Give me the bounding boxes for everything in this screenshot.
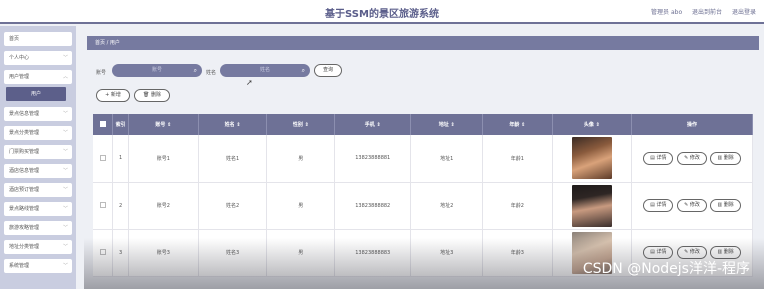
edit-button[interactable]: ✎ 修改	[677, 151, 707, 165]
add-button[interactable]: + 新增	[96, 89, 130, 102]
mouse-cursor-icon: ➚	[246, 78, 253, 87]
header-gender[interactable]: 性别 ⇕	[266, 114, 336, 135]
search-icon: ⌕	[301, 67, 305, 74]
trash-icon: 🗑	[143, 92, 150, 98]
cell-index: 3	[112, 229, 130, 277]
cell-gender: 男	[266, 229, 336, 277]
header-account[interactable]: 账号 ⇕	[128, 114, 199, 135]
table-header-row: 索引 账号 ⇕ 姓名 ⇕ 性别 ⇕ 手机 ⇕ 地址 ⇕ 年龄 ⇕ 头像 ⇕ 操作	[93, 114, 754, 135]
cell-age: 年龄1	[482, 135, 553, 183]
cell-account: 账号2	[128, 182, 199, 230]
chevron-down-icon: ﹀	[62, 55, 68, 61]
cell-address: 地址3	[410, 229, 483, 277]
table-row: 1 账号1 姓名1 男 13823888881 地址1 年龄1 ▤ 详情 ✎ 修…	[93, 135, 754, 183]
chevron-down-icon: ﹀	[62, 149, 68, 155]
delete-button[interactable]: 🗑 删除	[134, 89, 170, 102]
header-address[interactable]: 地址 ⇕	[410, 114, 483, 135]
header-actions: 操作	[631, 114, 754, 135]
header-age[interactable]: 年龄 ⇕	[482, 114, 553, 135]
cell-index: 2	[112, 182, 130, 230]
to-front-link[interactable]: 退出到前台	[692, 9, 722, 16]
search-bar: 账号 账号 ⌕ 姓名 姓名 ⌕ 查询	[84, 64, 760, 80]
select-all-checkbox[interactable]	[99, 121, 106, 128]
chevron-down-icon: ﹀	[62, 244, 68, 250]
name-label: 姓名	[206, 70, 217, 76]
header-avatar[interactable]: 头像 ⇕	[552, 114, 632, 135]
name-search-input[interactable]: 姓名 ⌕	[220, 64, 310, 77]
logout-link[interactable]: 退出登录	[732, 9, 756, 16]
select-all-header[interactable]	[93, 114, 114, 135]
header-index: 索引	[112, 114, 130, 135]
chevron-down-icon: ﹀	[62, 111, 68, 117]
sidebar-item-scenic-category[interactable]: 景点分类管理 ﹀	[4, 126, 72, 140]
sidebar-item-hotel-booking[interactable]: 酒店预订管理 ﹀	[4, 183, 72, 197]
avatar	[571, 137, 612, 180]
account-search-input[interactable]: 账号 ⌕	[112, 64, 202, 77]
breadcrumb-home[interactable]: 首页	[95, 40, 105, 46]
sidebar-item-ticket-purchase[interactable]: 门票购买管理 ﹀	[4, 145, 72, 159]
row-delete-button[interactable]: ▥ 删除	[710, 199, 741, 212]
cell-name: 姓名1	[198, 135, 268, 183]
cell-phone: 13823888882	[334, 182, 412, 230]
detail-button[interactable]: ▤ 详情	[643, 199, 674, 212]
sidebar-subitem-user[interactable]: 用户	[6, 87, 66, 101]
cell-phone: 13823888881	[334, 135, 412, 183]
sidebar-item-scenic-info[interactable]: 景点信息管理 ﹀	[4, 107, 72, 121]
top-bar: 基于SSM的景区旅游系统 管理员 abo 退出到前台 退出登录	[0, 0, 764, 24]
sidebar-item-travel-guide[interactable]: 旅游攻略管理 ﹀	[4, 221, 72, 235]
cell-age: 年龄3	[482, 229, 553, 277]
sidebar-item-home[interactable]: 首页	[4, 32, 72, 46]
csdn-watermark: CSDN @Nodejs洋洋-程序	[582, 261, 750, 277]
cell-gender: 男	[266, 135, 336, 183]
chevron-down-icon: ﹀	[62, 206, 68, 212]
sidebar: 首页 个人中心 ﹀ 用户管理 ︿ 用户 景点信息管理 ﹀ 景点分类管理 ﹀ 门票购买管理…	[0, 26, 76, 289]
cell-index: 1	[112, 135, 130, 183]
cell-phone: 13823888883	[334, 229, 412, 277]
chevron-down-icon: ﹀	[62, 225, 68, 231]
cell-address: 地址2	[410, 182, 483, 230]
cell-gender: 男	[266, 182, 336, 230]
chevron-down-icon: ﹀	[62, 168, 68, 174]
chevron-down-icon: ﹀	[62, 187, 68, 193]
cell-address: 地址1	[410, 135, 483, 183]
sidebar-item-personal-center[interactable]: 个人中心 ﹀	[4, 51, 72, 65]
sidebar-item-hotel-info[interactable]: 酒店信息管理 ﹀	[4, 164, 72, 178]
chevron-down-icon: ﹀	[62, 130, 68, 136]
breadcrumb-separator: /	[106, 40, 109, 46]
row-delete-button[interactable]: ▥ 删除	[710, 151, 741, 165]
sidebar-item-address-category[interactable]: 地址分类管理 ﹀	[4, 240, 72, 254]
detail-button[interactable]: ▤ 详情	[643, 151, 674, 165]
user-table: 索引 账号 ⇕ 姓名 ⇕ 性别 ⇕ 手机 ⇕ 地址 ⇕ 年龄 ⇕ 头像 ⇕ 操作…	[93, 114, 754, 277]
current-user-label: 管理员 abo	[651, 9, 683, 16]
cell-account: 账号1	[128, 135, 199, 183]
query-button[interactable]: 查询	[314, 64, 342, 77]
chevron-up-icon: ︿	[62, 74, 68, 80]
cell-account: 账号3	[128, 229, 199, 277]
header-user-area: 管理员 abo 退出到前台 退出登录	[643, 7, 756, 16]
header-phone[interactable]: 手机 ⇕	[334, 114, 412, 135]
breadcrumb-current: 用户	[109, 40, 120, 46]
cell-age: 年龄2	[482, 182, 553, 230]
avatar	[571, 184, 612, 227]
table-row: 2 账号2 姓名2 男 13823888882 地址2 年龄2 ▤ 详情 ✎ 修…	[93, 182, 754, 230]
row-checkbox[interactable]	[99, 202, 106, 209]
header-name[interactable]: 姓名 ⇕	[198, 114, 268, 135]
sidebar-item-route[interactable]: 景点路线管理 ﹀	[4, 202, 72, 216]
row-checkbox[interactable]	[99, 249, 106, 256]
search-icon: ⌕	[193, 67, 197, 74]
sidebar-item-system[interactable]: 系统管理 ﹀	[4, 259, 72, 273]
breadcrumb: 首页 / 用户	[87, 36, 759, 50]
sidebar-item-user-management[interactable]: 用户管理 ︿	[4, 70, 72, 84]
cell-name: 姓名3	[198, 229, 268, 277]
account-label: 账号	[96, 70, 107, 76]
row-checkbox[interactable]	[99, 155, 106, 161]
cell-name: 姓名2	[198, 182, 268, 230]
chevron-down-icon: ﹀	[62, 263, 68, 269]
edit-button[interactable]: ✎ 修改	[677, 199, 707, 212]
